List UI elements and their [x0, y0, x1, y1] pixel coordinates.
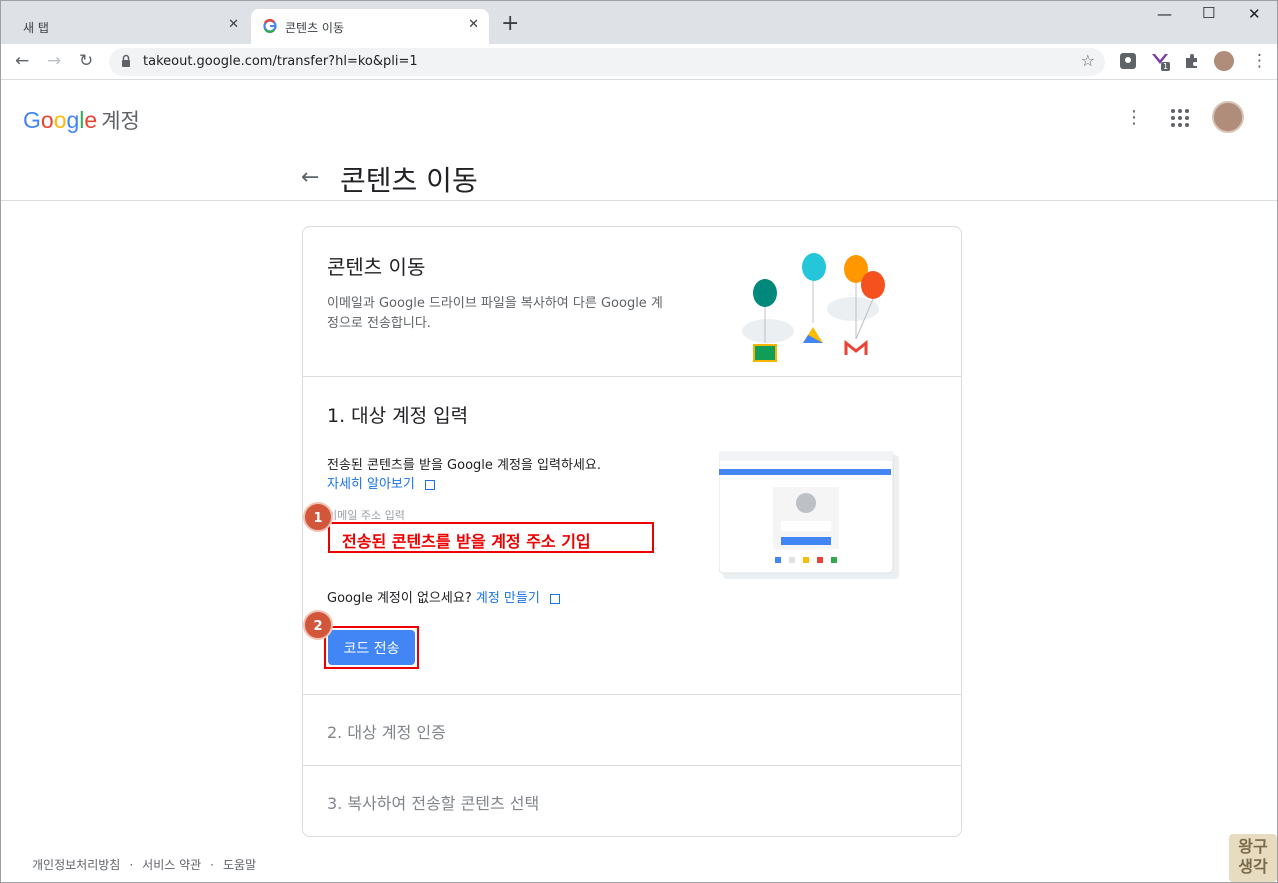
- back-arrow-icon[interactable]: ←: [15, 51, 29, 71]
- forward-arrow-icon[interactable]: →: [47, 51, 61, 71]
- intro-description: 이메일과 Google 드라이브 파일을 복사하여 다른 Google 계정으로…: [327, 296, 663, 331]
- open-external-icon: [424, 479, 435, 490]
- address-bar[interactable]: takeout.google.com/transfer?hl=ko&pli=1 …: [109, 48, 1105, 76]
- no-account-text: Google 계정이 없으세요? 계정 만들기: [327, 587, 560, 606]
- vpn-extension-icon[interactable]: 1: [1151, 52, 1171, 71]
- close-icon[interactable]: ✕: [228, 17, 239, 32]
- google-account-logo[interactable]: Google 계정: [23, 105, 140, 135]
- google-favicon-icon: [263, 19, 277, 33]
- email-field-label: 이메일 주소 입력: [327, 509, 405, 522]
- tab-strip: 새 탭 ✕ 콘텐츠 이동 ✕ + — ☐ ✕: [1, 1, 1277, 44]
- account-label: 계정: [101, 110, 140, 133]
- watermark-logo: 왕구 생각: [1229, 834, 1277, 882]
- terms-link[interactable]: 서비스 약관: [142, 858, 201, 872]
- open-external-icon: [549, 593, 560, 604]
- reload-icon[interactable]: ↻: [79, 51, 93, 71]
- google-apps-icon[interactable]: [1171, 109, 1189, 127]
- account-header: Google 계정 ⋮ ← 콘텐츠 이동: [1, 81, 1277, 201]
- close-icon[interactable]: ✕: [468, 17, 479, 32]
- tab-title: 콘텐츠 이동: [285, 21, 345, 35]
- extension-icon[interactable]: [1119, 52, 1137, 70]
- window-close-icon[interactable]: ✕: [1248, 5, 1261, 23]
- logo-letter: g: [66, 107, 80, 133]
- maximize-icon[interactable]: ☐: [1202, 4, 1215, 22]
- puzzle-extensions-icon[interactable]: [1183, 52, 1201, 70]
- logo-letter: G: [23, 107, 41, 133]
- step2-heading: 2. 대상 계정 인증: [327, 723, 446, 742]
- step2-section[interactable]: 2. 대상 계정 인증: [303, 695, 961, 766]
- tab-content-transfer[interactable]: 콘텐츠 이동 ✕: [251, 9, 489, 44]
- balloons-illustration: [742, 253, 885, 362]
- footer-separator: ·: [129, 858, 134, 872]
- annotation-box: 전송된 콘텐츠를 받을 계정 주소 기입: [328, 522, 654, 553]
- page-title: 콘텐츠 이동: [340, 164, 478, 197]
- learn-more-link[interactable]: 자세히 알아보기: [327, 473, 435, 492]
- menu-kebab-icon[interactable]: ⋮: [1251, 51, 1268, 71]
- more-options-icon[interactable]: ⋮: [1125, 107, 1143, 128]
- lock-icon: [122, 54, 130, 67]
- browser-window: 새 탭 ✕ 콘텐츠 이동 ✕ + — ☐ ✕ ← → ↻ takeout.goo…: [0, 0, 1278, 883]
- privacy-link[interactable]: 개인정보처리방침: [32, 858, 120, 872]
- bookmark-star-icon[interactable]: ☆: [1081, 51, 1095, 70]
- step3-heading: 3. 복사하여 전송할 콘텐츠 선택: [327, 794, 540, 813]
- logo-letter: o: [53, 107, 67, 133]
- logo-letter: e: [84, 107, 98, 133]
- step3-section[interactable]: 3. 복사하여 전송할 콘텐츠 선택: [303, 766, 961, 837]
- watermark-line: 왕구: [1238, 837, 1268, 856]
- transfer-card: 콘텐츠 이동 이메일과 Google 드라이브 파일을 복사하여 다른 Goog…: [302, 226, 962, 837]
- minimize-icon[interactable]: —: [1157, 5, 1172, 23]
- intro-section: 콘텐츠 이동 이메일과 Google 드라이브 파일을 복사하여 다른 Goog…: [303, 227, 961, 377]
- new-tab-plus-icon[interactable]: +: [501, 13, 519, 35]
- step-badge-2: 2: [303, 610, 333, 640]
- no-account-question: Google 계정이 없으세요?: [327, 591, 472, 606]
- watermark-line: 생각: [1238, 857, 1268, 876]
- logo-letter: o: [40, 107, 54, 133]
- profile-avatar[interactable]: [1214, 51, 1234, 71]
- step-badge-1: 1: [303, 502, 333, 532]
- step1-section: 1. 대상 계정 입력 전송된 콘텐츠를 받을 Google 계정을 입력하세요…: [303, 377, 961, 695]
- account-avatar[interactable]: [1212, 101, 1244, 133]
- account-window-illustration: [719, 451, 899, 579]
- footer-links: 개인정보처리방침 · 서비스 약관 · 도움말: [32, 856, 256, 873]
- browser-toolbar: ← → ↻ takeout.google.com/transfer?hl=ko&…: [1, 44, 1277, 80]
- help-link[interactable]: 도움말: [223, 858, 256, 872]
- tab-title: 새 탭: [23, 21, 49, 35]
- url-text: takeout.google.com/transfer?hl=ko&pli=1: [143, 54, 418, 69]
- annotation-text: 전송된 콘텐츠를 받을 계정 주소 기입: [342, 532, 591, 551]
- back-arrow-icon[interactable]: ←: [301, 165, 319, 190]
- step1-heading: 1. 대상 계정 입력: [327, 405, 469, 427]
- create-account-link[interactable]: 계정 만들기: [476, 591, 540, 606]
- extension-badge: 1: [1161, 62, 1171, 71]
- footer-separator: ·: [210, 858, 214, 872]
- intro-heading: 콘텐츠 이동: [327, 255, 426, 279]
- learn-more-label: 자세히 알아보기: [327, 477, 415, 492]
- tab-new-tab[interactable]: 새 탭 ✕: [9, 9, 249, 44]
- send-code-button[interactable]: 코드 전송: [328, 630, 415, 665]
- step1-description: 전송된 콘텐츠를 받을 Google 계정을 입력하세요.: [327, 458, 601, 473]
